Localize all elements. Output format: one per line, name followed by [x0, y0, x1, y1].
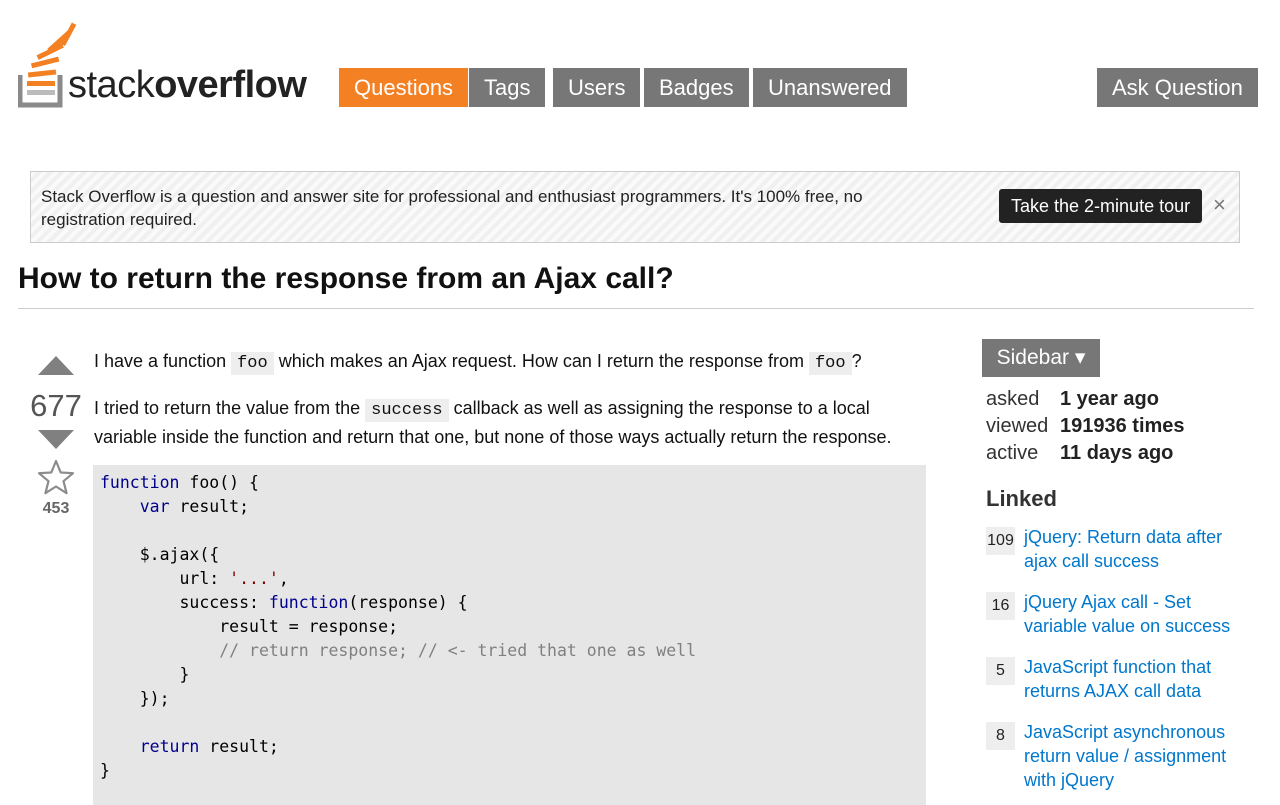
- code-token: return: [139, 737, 200, 756]
- code-token: foo() {: [179, 473, 259, 492]
- logo-wordmark: stackoverflow: [68, 64, 307, 106]
- post-paragraph-2: I tried to return the value from the suc…: [94, 395, 924, 451]
- text: I have a function: [94, 351, 232, 371]
- stat-value-asked: 1 year ago: [1060, 388, 1159, 410]
- stat-value-viewed: 191936 times: [1060, 415, 1185, 437]
- text: which makes an Ajax request. How can I r…: [273, 351, 809, 371]
- linked-score[interactable]: 5: [986, 657, 1015, 685]
- logo-text-bold: overflow: [154, 64, 307, 106]
- nav-users[interactable]: Users: [553, 68, 641, 107]
- code-token: }: [100, 761, 110, 780]
- nav-badges[interactable]: Badges: [644, 68, 749, 107]
- site-logo[interactable]: stackoverflow: [18, 20, 318, 110]
- downvote-arrow-icon[interactable]: [38, 430, 74, 449]
- nav-tags[interactable]: Tags: [469, 68, 546, 107]
- text: ?: [851, 351, 862, 371]
- code-token: result;: [169, 497, 250, 516]
- linked-score[interactable]: 109: [986, 527, 1015, 555]
- stat-label-viewed: viewed: [986, 415, 1049, 437]
- take-tour-button[interactable]: Take the 2-minute tour: [999, 189, 1203, 223]
- code-token: result = response;: [219, 617, 399, 636]
- question-title[interactable]: How to return the response from an Ajax …: [18, 262, 674, 296]
- code-token: success:: [179, 593, 269, 612]
- code-comment: // return response; // <- tried that one…: [219, 641, 697, 660]
- post-paragraph-1: I have a function foo which makes an Aja…: [94, 348, 924, 377]
- code-token: });: [139, 689, 170, 708]
- nav-questions[interactable]: Questions: [339, 68, 469, 107]
- divider: [18, 308, 1254, 309]
- linked-score[interactable]: 16: [986, 592, 1015, 620]
- ask-question-button[interactable]: Ask Question: [1097, 68, 1258, 107]
- vote-count: 677: [30, 388, 82, 423]
- code-block: function foo() { var result; $.ajax({ ur…: [93, 465, 926, 805]
- linked-question-link[interactable]: JavaScript asynchronous return value / a…: [1024, 720, 1239, 792]
- stat-label-active: active: [986, 442, 1039, 464]
- favorite-count: 453: [42, 500, 70, 517]
- close-icon[interactable]: ×: [1213, 192, 1226, 218]
- inline-code: foo: [808, 352, 852, 375]
- inline-code: foo: [231, 352, 274, 375]
- code-token: function: [100, 473, 180, 492]
- code-token: '...': [229, 569, 279, 588]
- stat-value-active[interactable]: 11 days ago: [1060, 442, 1173, 465]
- code-token: var: [139, 497, 170, 516]
- text: I tried to return the value from the: [94, 398, 366, 418]
- linked-question-link[interactable]: JavaScript function that returns AJAX ca…: [1024, 655, 1239, 703]
- code-token: url:: [179, 569, 230, 588]
- inline-code: success: [365, 399, 449, 422]
- linked-heading: Linked: [986, 486, 1057, 511]
- nav-unanswered[interactable]: Unanswered: [753, 68, 907, 107]
- notice-text: Stack Overflow is a question and answer …: [41, 187, 863, 229]
- code-token: }: [179, 665, 190, 684]
- code-token: ,: [278, 569, 289, 588]
- stat-label-asked: asked: [986, 388, 1040, 410]
- sidebar-dropdown-button[interactable]: Sidebar ▾: [982, 339, 1100, 377]
- code-token: function: [268, 593, 349, 612]
- linked-score[interactable]: 8: [986, 722, 1015, 750]
- code-token: result;: [199, 737, 279, 756]
- code-token: $.ajax({: [139, 545, 220, 564]
- favorite-star-icon[interactable]: [36, 458, 76, 498]
- code-token: (response) {: [348, 593, 468, 612]
- upvote-arrow-icon[interactable]: [38, 356, 74, 375]
- linked-question-link[interactable]: jQuery: Return data after ajax call succ…: [1024, 525, 1239, 573]
- linked-question-link[interactable]: jQuery Ajax call - Set variable value on…: [1024, 590, 1239, 638]
- logo-text-light: stack: [68, 64, 155, 106]
- welcome-notice: Stack Overflow is a question and answer …: [30, 171, 1240, 243]
